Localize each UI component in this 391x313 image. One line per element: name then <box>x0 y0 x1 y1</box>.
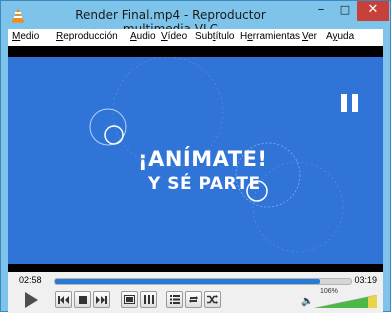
video-area[interactable]: ¡ANÍMATE! Y SÉ PARTE <box>8 46 383 272</box>
vlc-window: Render Final.mp4 - Reproductor multimedi… <box>0 0 391 313</box>
video-text-line2: Y SÉ PARTE <box>148 174 261 194</box>
close-button[interactable]: ✕ <box>357 1 389 21</box>
next-icon <box>96 295 107 304</box>
controls-bar: 02:58 03:19 🔈 106% <box>8 272 383 313</box>
stop-button[interactable] <box>74 291 91 308</box>
speaker-icon[interactable]: 🔈 <box>301 296 313 307</box>
shuffle-icon <box>207 295 218 304</box>
menu-medio[interactable]: Medio <box>12 31 39 42</box>
menu-reproduccion[interactable]: Reproducción <box>56 31 118 42</box>
menu-video[interactable]: Vídeo <box>161 31 187 42</box>
previous-icon <box>58 295 69 304</box>
fullscreen-icon <box>124 295 135 304</box>
menu-ver[interactable]: Ver <box>302 31 317 42</box>
extended-settings-icon <box>143 295 154 304</box>
menu-audio[interactable]: Audio <box>130 31 156 42</box>
menu-herramientas[interactable]: Herramientas <box>240 31 300 42</box>
seek-bar[interactable] <box>54 278 352 285</box>
play-icon <box>24 292 38 308</box>
extended-settings-button[interactable] <box>140 291 157 308</box>
total-time: 03:19 <box>354 275 377 285</box>
seek-progress <box>55 279 320 284</box>
pause-icon <box>341 94 359 112</box>
loop-icon <box>189 296 198 303</box>
menu-subtitulo[interactable]: Subtítulo <box>195 31 234 42</box>
fullscreen-button[interactable] <box>121 291 138 308</box>
volume-overdrive <box>368 295 377 308</box>
menu-bar: Medio Reproducción Audio Vídeo Subtítulo… <box>8 29 383 46</box>
loop-button[interactable] <box>185 291 202 308</box>
elapsed-time: 02:58 <box>19 275 42 285</box>
video-frame: ¡ANÍMATE! Y SÉ PARTE <box>8 57 383 264</box>
minimize-button[interactable]: – <box>309 1 333 21</box>
next-button[interactable] <box>93 291 110 308</box>
playlist-icon <box>169 295 180 304</box>
shuffle-button[interactable] <box>204 291 221 308</box>
volume-slider[interactable] <box>315 295 377 308</box>
volume-percent: 106% <box>320 288 338 295</box>
playlist-button[interactable] <box>166 291 183 308</box>
play-button[interactable] <box>19 289 43 311</box>
video-text-line1: ¡ANÍMATE! <box>138 147 268 171</box>
maximize-button[interactable]: □ <box>333 1 357 21</box>
title-bar[interactable]: Render Final.mp4 - Reproductor multimedi… <box>1 1 390 36</box>
previous-button[interactable] <box>55 291 72 308</box>
menu-ayuda[interactable]: Ayuda <box>326 31 354 42</box>
stop-icon <box>78 295 87 304</box>
